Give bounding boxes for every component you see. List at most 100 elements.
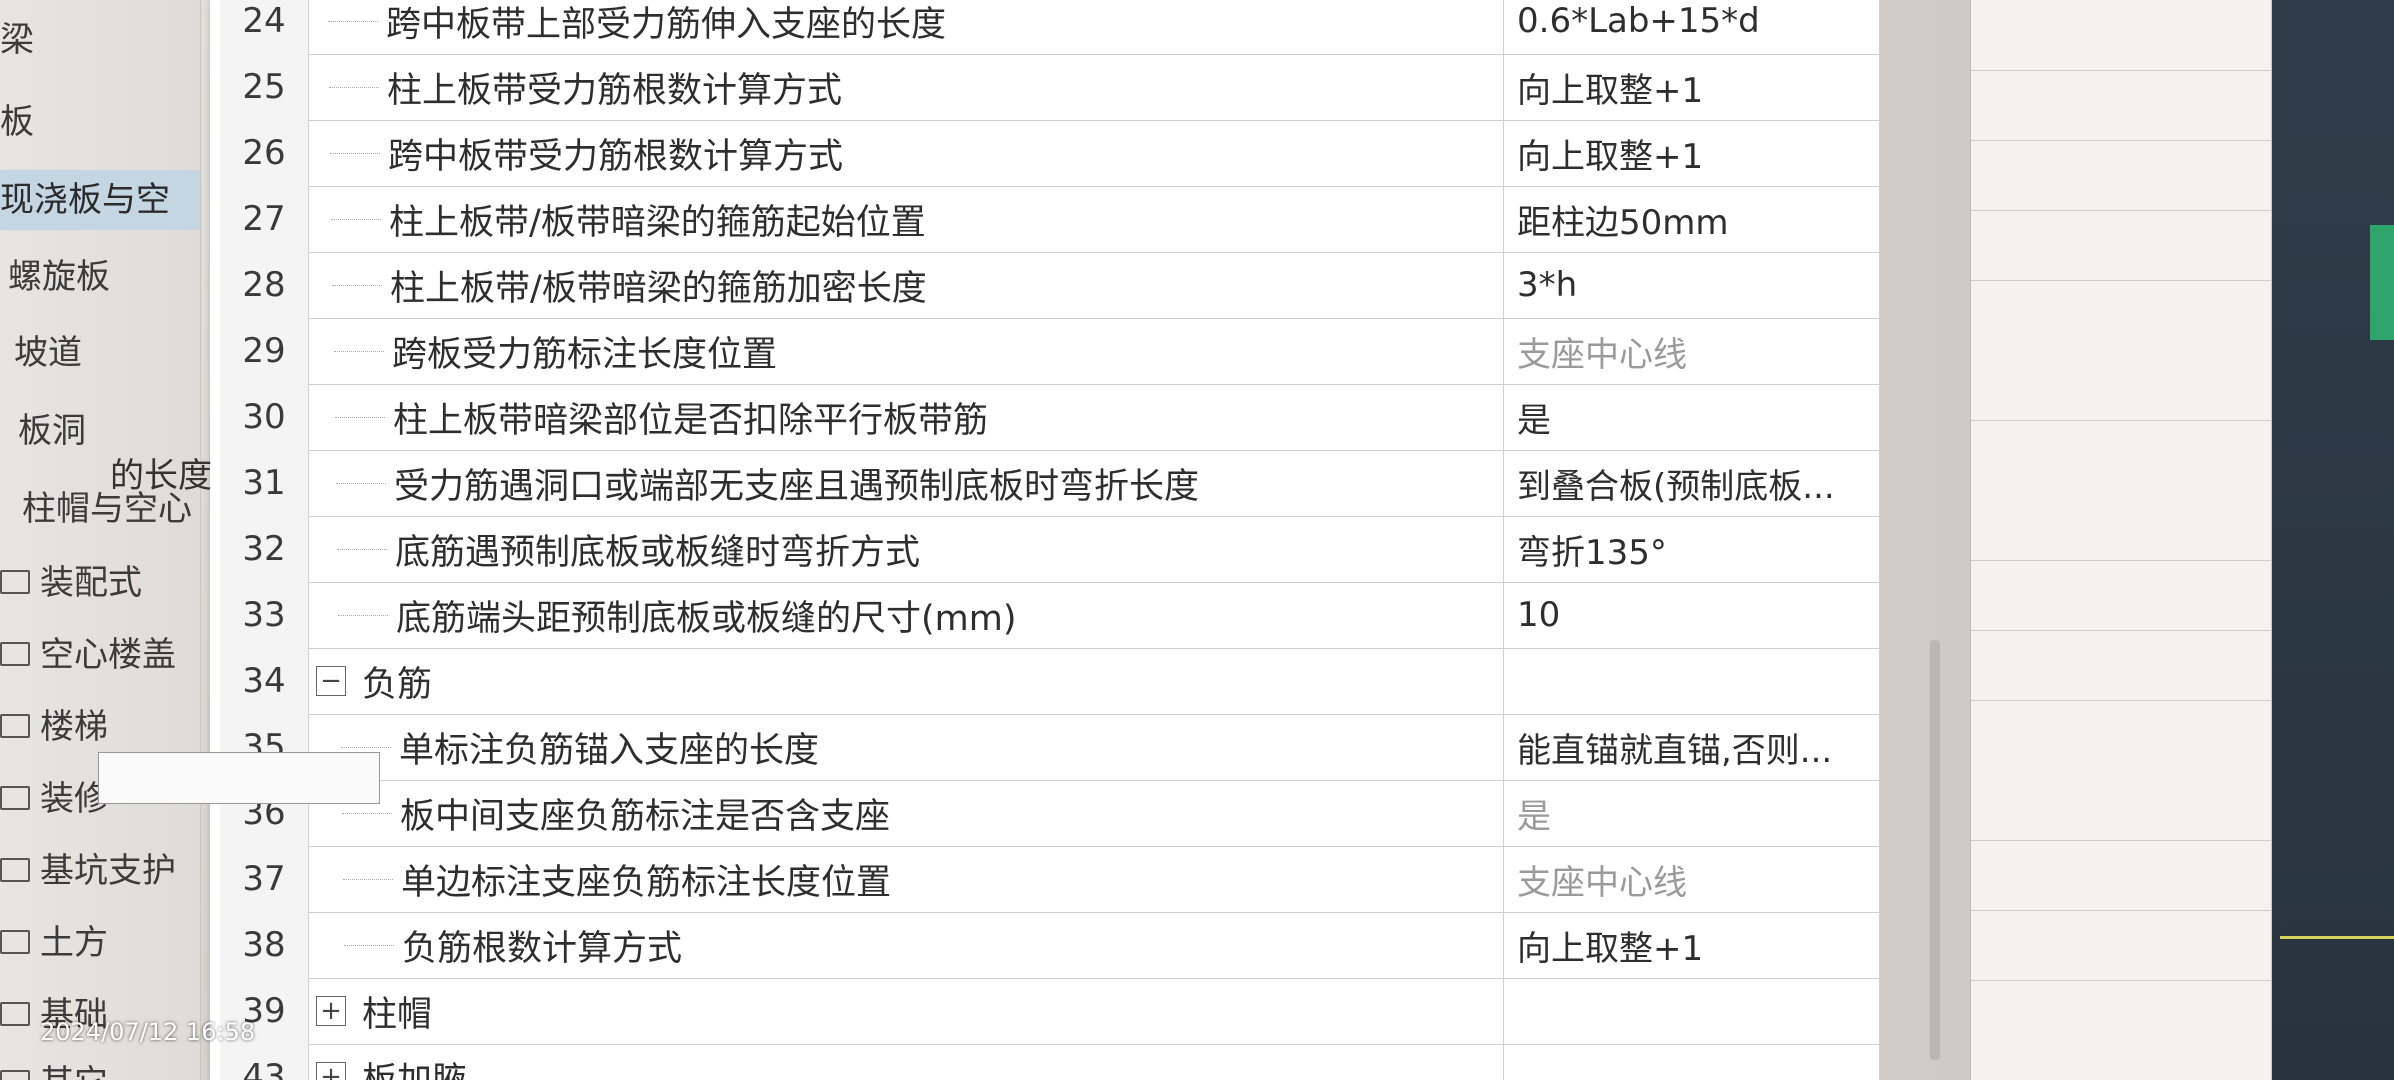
row-number: 24 xyxy=(220,0,309,54)
group-row[interactable]: 43 + 板加腋 xyxy=(220,1044,1880,1080)
grid-scrollbar[interactable] xyxy=(1930,640,1940,1060)
tree-indent-line xyxy=(334,350,384,352)
setting-value-cell[interactable]: 3*h xyxy=(1503,252,1880,318)
setting-name-cell: − 负筋 xyxy=(308,648,1504,714)
screen: 梁板现浇板与空螺旋板坡道板洞柱帽与空心装配式空心楼盖楼梯装修基坑支护土方基础其它… xyxy=(0,0,2394,1080)
tree-item-label: 坡道 xyxy=(14,333,82,373)
table-row[interactable]: 35 单标注负筋锚入支座的长度 能直锚就直锚,否则... xyxy=(220,714,1880,781)
expand-icon[interactable]: + xyxy=(316,996,346,1026)
tree-item-label: 现浇板与空 xyxy=(0,180,170,220)
tree-item[interactable]: 楼梯 xyxy=(0,697,200,757)
table-row[interactable]: 26 跨中板带受力筋根数计算方式 向上取整+1 xyxy=(220,120,1880,187)
table-row[interactable]: 37 单边标注支座负筋标注长度位置 支座中心线 xyxy=(220,846,1880,913)
setting-name: 柱上板带/板带暗梁的箍筋起始位置 xyxy=(389,202,926,243)
right-inner-panel xyxy=(1970,0,2271,1080)
table-row[interactable]: 27 柱上板带/板带暗梁的箍筋起始位置 距柱边50mm xyxy=(220,186,1880,253)
table-row[interactable]: 36 板中间支座负筋标注是否含支座是 xyxy=(220,780,1880,847)
tree-item[interactable]: 空心楼盖 xyxy=(0,625,200,685)
green-side-tab[interactable] xyxy=(2370,225,2394,340)
tree-item[interactable]: 其它 xyxy=(0,1053,200,1080)
table-row[interactable]: 30 柱上板带暗梁部位是否扣除平行板带筋 是 xyxy=(220,384,1880,451)
setting-name: 负筋 xyxy=(362,664,433,705)
setting-name: 柱上板带受力筋根数计算方式 xyxy=(387,70,843,111)
table-row[interactable]: 24 跨中板带上部受力筋伸入支座的长度 0.6*Lab+15*d xyxy=(220,0,1880,55)
setting-name-cell: 跨板受力筋标注长度位置 xyxy=(308,318,1504,384)
right-panel-divider xyxy=(1971,280,2271,281)
right-panel-divider xyxy=(1971,630,2271,631)
right-panel-input[interactable] xyxy=(98,752,380,804)
setting-name-cell: 负筋根数计算方式 xyxy=(308,912,1504,978)
setting-value-cell[interactable]: 弯折135° xyxy=(1503,516,1880,582)
setting-value-cell[interactable]: 支座中心线 xyxy=(1503,846,1880,912)
setting-name: 板中间支座负筋标注是否含支座 xyxy=(400,796,891,837)
expand-icon[interactable]: + xyxy=(316,1062,346,1080)
tree-item[interactable]: 基坑支护 xyxy=(0,841,200,901)
right-panel-divider xyxy=(1971,980,2271,981)
setting-value-cell[interactable]: 10 xyxy=(1503,582,1880,648)
table-row[interactable]: 38 负筋根数计算方式 向上取整+1 xyxy=(220,912,1880,979)
tree-item[interactable]: 坡道 xyxy=(0,323,214,383)
setting-name-cell: 柱上板带/板带暗梁的箍筋加密长度 xyxy=(308,252,1504,318)
table-row[interactable]: 32 底筋遇预制底板或板缝时弯折方式 弯折135° xyxy=(220,516,1880,583)
setting-name: 单标注负筋锚入支座的长度 xyxy=(399,730,820,771)
tree-item[interactable]: 现浇板与空 xyxy=(0,170,200,230)
right-panel-divider xyxy=(1971,210,2271,211)
setting-value-cell[interactable]: 向上取整+1 xyxy=(1503,120,1880,186)
row-number: 37 xyxy=(220,846,309,912)
tree-item-label: 土方 xyxy=(40,923,108,963)
setting-value-cell[interactable]: 支座中心线 xyxy=(1503,318,1880,384)
setting-value-cell[interactable] xyxy=(1503,648,1880,714)
tree-item-label: 其它 xyxy=(40,1063,108,1080)
right-panel-divider xyxy=(1971,140,2271,141)
tree-item-label: 板洞 xyxy=(18,411,86,451)
row-number: 30 xyxy=(220,384,309,450)
setting-name-cell: + 柱帽 xyxy=(308,978,1504,1044)
row-number: 33 xyxy=(220,582,309,648)
tree-indent-line xyxy=(338,614,388,616)
folder-icon xyxy=(0,785,30,810)
table-row[interactable]: 28 柱上板带/板带暗梁的箍筋加密长度 3*h xyxy=(220,252,1880,319)
tree-item[interactable]: 梁 xyxy=(0,10,200,70)
row-number: 28 xyxy=(220,252,309,318)
setting-value-cell[interactable]: 能直锚就直锚,否则... xyxy=(1503,714,1880,780)
tree-indent-line xyxy=(341,746,391,748)
tree-indent-line xyxy=(342,812,392,814)
setting-name: 柱帽 xyxy=(362,994,433,1035)
setting-value-cell[interactable]: 向上取整+1 xyxy=(1503,912,1880,978)
setting-value-cell[interactable]: 向上取整+1 xyxy=(1503,54,1880,120)
setting-value-cell[interactable] xyxy=(1503,1044,1880,1080)
setting-value-cell[interactable]: 是 xyxy=(1503,780,1880,846)
setting-value-cell[interactable] xyxy=(1503,978,1880,1044)
setting-value-cell[interactable]: 距柱边50mm xyxy=(1503,186,1880,252)
component-tree-panel: 梁板现浇板与空螺旋板坡道板洞柱帽与空心装配式空心楼盖楼梯装修基坑支护土方基础其它 xyxy=(0,0,201,1080)
setting-name-cell: 柱上板带暗梁部位是否扣除平行板带筋 xyxy=(308,384,1504,450)
setting-name-cell: 柱上板带/板带暗梁的箍筋起始位置 xyxy=(308,186,1504,252)
setting-value-cell[interactable]: 到叠合板(预制底板... xyxy=(1503,450,1880,516)
table-row[interactable]: 31 受力筋遇洞口或端部无支座且遇预制底板时弯折长度 到叠合板(预制底板... xyxy=(220,450,1880,517)
tree-indent-line xyxy=(336,482,386,484)
setting-name: 跨中板带受力筋根数计算方式 xyxy=(388,136,844,177)
group-row[interactable]: 34− 负筋 xyxy=(220,648,1880,715)
row-number: 25 xyxy=(220,54,309,120)
tree-indent-line xyxy=(344,944,394,946)
row-number: 32 xyxy=(220,516,309,582)
right-panel-divider xyxy=(1971,560,2271,561)
group-row[interactable]: 39 + 柱帽 xyxy=(220,978,1880,1045)
setting-name: 板加腋 xyxy=(362,1052,467,1080)
table-row[interactable]: 25 柱上板带受力筋根数计算方式 向上取整+1 xyxy=(220,54,1880,121)
tree-item[interactable]: 板 xyxy=(0,92,200,152)
setting-value-cell[interactable]: 0.6*Lab+15*d xyxy=(1503,0,1880,54)
tree-item-label: 装配式 xyxy=(40,563,142,603)
tree-item[interactable]: 装配式 xyxy=(0,553,200,613)
tree-item[interactable]: 螺旋板 xyxy=(0,247,208,307)
table-row[interactable]: 29 跨板受力筋标注长度位置 支座中心线 xyxy=(220,318,1880,385)
canvas-yellow-line xyxy=(2280,936,2394,939)
row-number: 38 xyxy=(220,912,309,978)
collapse-icon[interactable]: − xyxy=(316,666,346,696)
folder-icon xyxy=(0,929,30,954)
folder-icon xyxy=(0,713,30,738)
setting-name: 底筋遇预制底板或板缝时弯折方式 xyxy=(395,532,921,573)
setting-value-cell[interactable]: 是 xyxy=(1503,384,1880,450)
table-row[interactable]: 33 底筋端头距预制底板或板缝的尺寸(mm) 10 xyxy=(220,582,1880,649)
tree-item[interactable]: 土方 xyxy=(0,913,200,973)
